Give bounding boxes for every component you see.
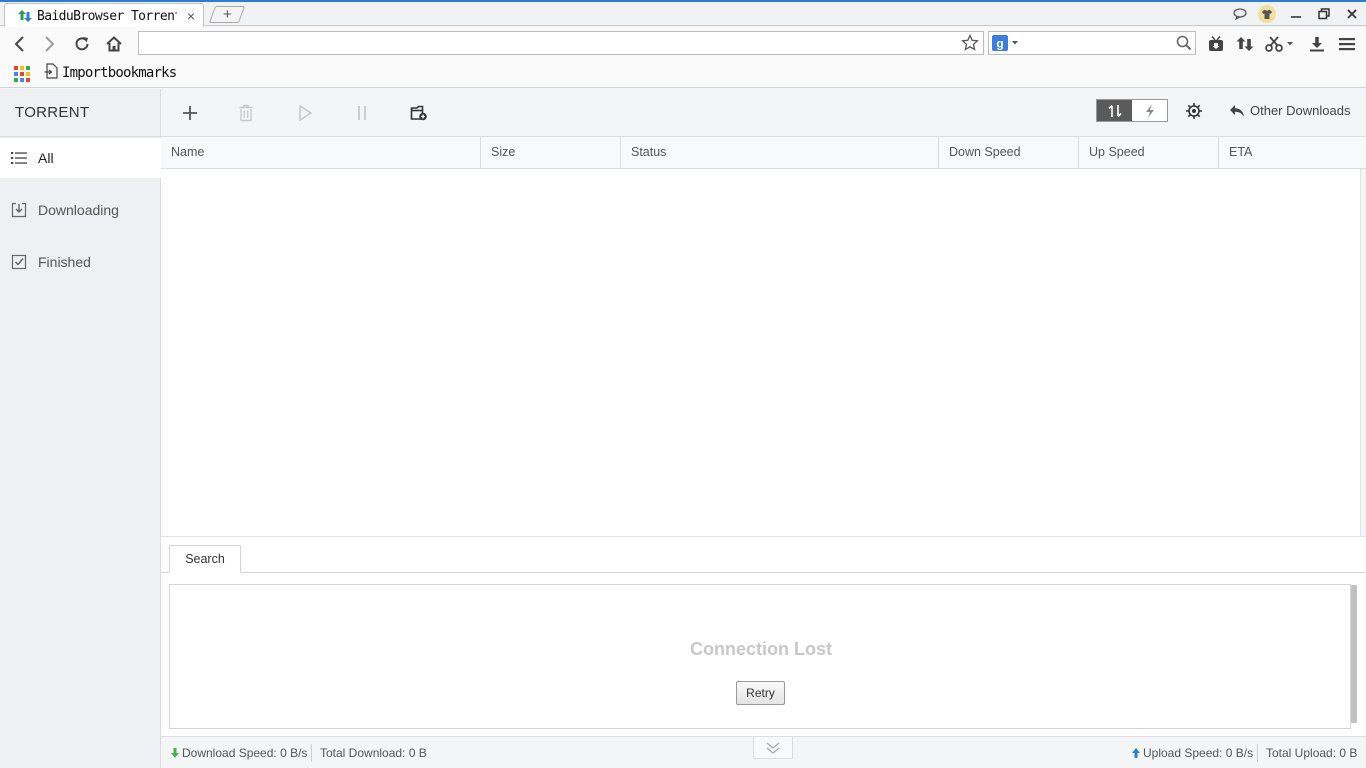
checkbox-icon <box>10 253 28 271</box>
gear-icon <box>1186 103 1202 119</box>
status-divider <box>1257 744 1258 762</box>
tab-search[interactable]: Search <box>169 545 241 573</box>
search-content: Connection Lost Retry <box>169 584 1351 729</box>
import-file-icon <box>44 63 58 82</box>
torrent-toolbar-icon[interactable] <box>1233 32 1257 56</box>
other-downloads-label: Other Downloads <box>1250 103 1351 118</box>
settings-button[interactable] <box>1182 99 1206 123</box>
new-tab-label: + <box>222 6 232 23</box>
import-bookmarks-label: Importbookmarks <box>62 64 177 81</box>
trash-icon <box>239 104 253 122</box>
sidebar-item-label: All <box>38 150 54 166</box>
video-download-icon[interactable] <box>1204 32 1228 56</box>
upload-speed-status: Upload Speed: 0 B/s <box>1132 746 1253 760</box>
address-input[interactable] <box>139 32 939 54</box>
torrent-table-header: Name Size Status Down Speed Up Speed ETA <box>161 137 1366 169</box>
reply-arrow-icon <box>1230 104 1244 117</box>
close-window-icon[interactable] <box>1344 5 1360 23</box>
import-bookmarks-link[interactable]: Importbookmarks <box>44 63 177 82</box>
column-header-size[interactable]: Size <box>480 137 620 168</box>
sidebar-item-all[interactable]: All <box>0 138 161 178</box>
column-header-status[interactable]: Status <box>620 137 938 168</box>
total-upload-text: Total Upload: 0 B <box>1266 746 1358 760</box>
sidebar-item-downloading[interactable]: Downloading <box>0 190 161 230</box>
connection-lost-message: Connection Lost <box>690 639 832 659</box>
transfer-mode-button[interactable] <box>1097 100 1132 121</box>
home-icon[interactable] <box>102 32 126 56</box>
browser-navbar: g <box>0 27 1366 60</box>
folder-add-icon <box>410 105 427 121</box>
downloads-icon[interactable] <box>1305 32 1329 56</box>
new-tab-button[interactable]: + <box>208 6 246 23</box>
other-downloads-link[interactable]: Other Downloads <box>1229 103 1350 118</box>
browser-tab[interactable]: BaiduBrowser Torrent × <box>4 3 204 28</box>
status-divider <box>311 744 312 762</box>
upload-speed-text: Upload Speed: 0 B/s <box>1143 746 1254 760</box>
plus-icon <box>183 106 197 120</box>
svg-text:g: g <box>996 37 1003 51</box>
feedback-icon[interactable] <box>1232 5 1248 23</box>
column-header-down-speed[interactable]: Down Speed <box>938 137 1078 168</box>
skin-icon[interactable] <box>1258 5 1276 23</box>
sidebar-item-label: Downloading <box>38 202 119 218</box>
search-panel: Search Connection Lost Retry <box>161 536 1366 736</box>
add-torrent-button[interactable] <box>178 101 202 125</box>
app-title: TORRENT <box>0 89 160 137</box>
download-arrow-icon <box>171 748 179 758</box>
address-bar[interactable] <box>138 31 984 55</box>
download-speed-status: Download Speed: 0 B/s <box>171 746 307 760</box>
download-speed-text: Download Speed: 0 B/s <box>182 746 308 760</box>
lightning-icon <box>1145 104 1154 117</box>
collapse-panel-button[interactable] <box>753 737 793 759</box>
download-tray-icon <box>10 201 28 219</box>
restore-icon[interactable] <box>1316 5 1332 23</box>
double-chevron-down-icon <box>766 742 780 754</box>
menu-icon[interactable] <box>1335 32 1359 56</box>
sidebar-item-label: Finished <box>38 254 91 270</box>
sidebar-item-finished[interactable]: Finished <box>0 242 161 282</box>
torrent-toolbar: Other Downloads <box>161 89 1366 137</box>
list-icon <box>10 149 28 167</box>
column-header-up-speed[interactable]: Up Speed <box>1078 137 1218 168</box>
tab-close-icon[interactable]: × <box>187 8 195 24</box>
bookmark-star-icon[interactable] <box>961 33 979 55</box>
torrent-sidebar: TORRENT All Downloading Finished <box>0 89 161 768</box>
search-bar[interactable]: g <box>988 31 1196 55</box>
torrent-arrows-icon <box>17 8 33 24</box>
retry-button[interactable]: Retry <box>736 681 785 705</box>
tab-title: BaiduBrowser Torrent <box>37 8 177 24</box>
status-bar: Download Speed: 0 B/s Total Download: 0 … <box>161 736 1366 768</box>
pause-icon <box>358 106 366 120</box>
back-icon[interactable] <box>8 32 32 56</box>
start-button[interactable] <box>293 101 317 125</box>
column-header-eta[interactable]: ETA <box>1218 137 1366 168</box>
total-download-status: Total Download: 0 B <box>320 746 427 760</box>
upload-arrow-icon <box>1132 748 1140 758</box>
minimize-icon[interactable] <box>1288 5 1304 23</box>
total-download-text: Total Download: 0 B <box>320 746 427 760</box>
reload-icon[interactable] <box>70 32 94 56</box>
panel-scrollbar[interactable] <box>1351 585 1357 723</box>
bookmarks-bar: Importbookmarks <box>0 60 1366 88</box>
view-mode-toggle[interactable] <box>1096 99 1168 122</box>
search-engine-google-icon[interactable]: g <box>992 35 1019 51</box>
search-input[interactable] <box>1019 33 1169 53</box>
transfer-arrows-icon <box>1107 104 1122 117</box>
apps-grid-icon[interactable] <box>13 65 31 86</box>
browser-titlebar: BaiduBrowser Torrent × + <box>0 0 1366 28</box>
open-folder-button[interactable] <box>407 101 431 125</box>
panel-tab-divider <box>161 572 1366 573</box>
torrent-list[interactable] <box>161 169 1361 536</box>
search-icon[interactable] <box>1176 35 1192 54</box>
total-upload-status: Total Upload: 0 B <box>1266 746 1357 760</box>
play-icon <box>299 104 313 122</box>
forward-icon[interactable] <box>37 32 61 56</box>
column-header-name[interactable]: Name <box>161 137 480 168</box>
speed-mode-button[interactable] <box>1132 100 1167 121</box>
delete-button[interactable] <box>234 101 258 125</box>
screenshot-icon[interactable] <box>1262 32 1298 56</box>
pause-button[interactable] <box>350 101 374 125</box>
